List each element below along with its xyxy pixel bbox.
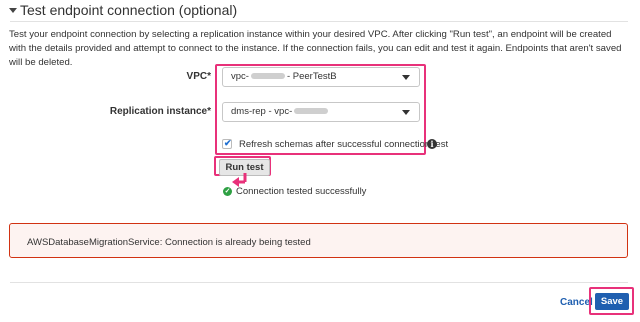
vpc-value-prefix: vpc- [231, 71, 249, 82]
error-message: AWSDatabaseMigrationService: Connection … [27, 237, 311, 248]
vpc-value-suffix: - PeerTestB [286, 71, 337, 82]
section-title: Test endpoint connection (optional) [20, 2, 238, 18]
refresh-schemas-checkbox[interactable]: ✔ [222, 138, 232, 149]
collapse-caret-icon[interactable] [9, 8, 17, 13]
save-button[interactable]: Save [595, 293, 629, 310]
caret-down-icon [402, 75, 410, 80]
redacted-vpc-id [250, 73, 285, 80]
cancel-button[interactable]: Cancel [560, 297, 593, 308]
replication-instance-select[interactable]: dms-rep - vpc- [222, 102, 420, 122]
check-circle-icon: ✓ [223, 187, 232, 196]
replication-instance-label: Replication instance* [109, 106, 211, 117]
redacted-instance-vpc [294, 108, 329, 115]
vpc-label: VPC* [186, 71, 211, 82]
refresh-schemas-label: Refresh schemas after successful connect… [239, 139, 449, 150]
section-divider [10, 21, 628, 22]
replication-instance-value: dms-rep - vpc- [231, 106, 293, 117]
info-icon[interactable]: i [427, 139, 437, 149]
checkmark-icon: ✔ [224, 138, 232, 148]
caret-down-icon [402, 110, 410, 115]
vpc-select[interactable]: vpc- - PeerTestB [222, 67, 420, 87]
connection-status: Connection tested successfully [236, 186, 367, 197]
footer-divider [10, 282, 628, 283]
